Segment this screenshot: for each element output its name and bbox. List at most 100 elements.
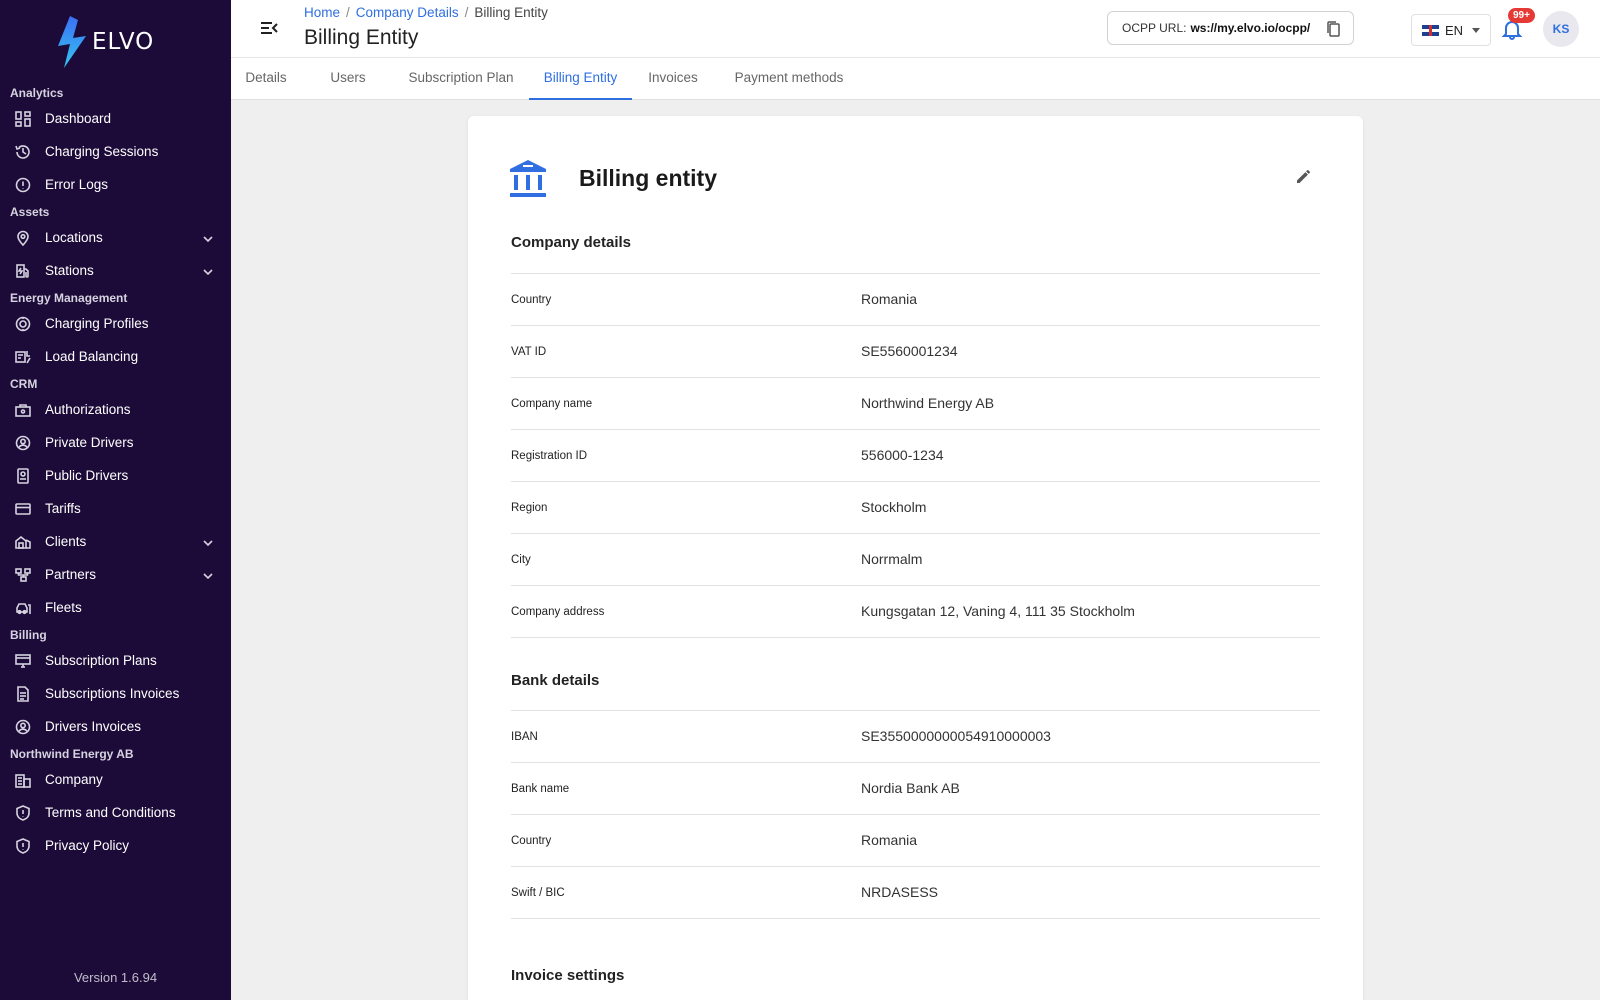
field-label: City	[511, 554, 531, 566]
chevron-down-icon	[1472, 28, 1480, 33]
sidebar-item-label: Terms and Conditions	[45, 805, 176, 820]
sidebar-item-dashboard[interactable]: Dashboard	[0, 102, 231, 135]
tab-users[interactable]: Users	[319, 58, 377, 100]
detail-row-company-address: Company address Kungsgatan 12, Vaning 4,…	[511, 585, 1320, 638]
field-value: Romania	[861, 291, 918, 307]
breadcrumb-separator: /	[464, 5, 469, 20]
bank-icon	[510, 160, 546, 203]
edit-pencil-icon[interactable]	[1294, 166, 1314, 186]
sidebar-item-subscription-plans[interactable]: Subscription Plans	[0, 644, 231, 677]
sidebar-item-label: Load Balancing	[45, 349, 139, 364]
sidebar-item-private-drivers[interactable]: Private Drivers	[0, 426, 231, 459]
user-avatar[interactable]: KS	[1543, 11, 1579, 47]
field-value: SE3550000000054910000003	[861, 728, 1051, 744]
history-icon	[14, 143, 32, 161]
field-value: Stockholm	[861, 499, 927, 515]
ev-station-icon	[14, 262, 32, 280]
sidebar-item-company[interactable]: Company	[0, 763, 231, 796]
sidebar-section-billing: Billing	[10, 628, 47, 642]
sidebar-item-label: Stations	[45, 263, 94, 278]
sidebar-item-label: Error Logs	[45, 177, 109, 192]
sidebar-item-authorizations[interactable]: Authorizations	[0, 393, 231, 426]
ocpp-url-box: OCPP URL: ws://my.elvo.io/ocpp/	[1107, 11, 1354, 45]
sidebar-item-subscriptions-invoices[interactable]: Subscriptions Invoices	[0, 677, 231, 710]
sidebar-item-label: Dashboard	[45, 111, 112, 126]
chevron-down-icon	[203, 265, 213, 276]
tab-payment-methods[interactable]: Payment methods	[721, 58, 857, 100]
field-value: SE5560001234	[861, 343, 958, 359]
collapse-menu-icon[interactable]	[259, 18, 279, 38]
sidebar-item-stations[interactable]: Stations	[0, 254, 231, 287]
copy-icon[interactable]	[1325, 20, 1341, 41]
tab-invoices[interactable]: Invoices	[637, 58, 709, 100]
sidebar-item-charging-sessions[interactable]: Charging Sessions	[0, 135, 231, 168]
sidebar-item-charging-profiles[interactable]: Charging Profiles	[0, 307, 231, 340]
location-pin-icon	[14, 229, 32, 247]
field-label: IBAN	[511, 731, 538, 743]
field-label: Country	[511, 835, 552, 847]
field-value: Northwind Energy AB	[861, 395, 995, 411]
load-balancing-icon	[14, 348, 32, 366]
detail-row-country: Country Romania	[511, 814, 1320, 867]
tab-subscription-plan[interactable]: Subscription Plan	[391, 58, 531, 100]
breadcrumb-current: Billing Entity	[474, 5, 548, 20]
breadcrumb-company-details[interactable]: Company Details	[356, 5, 459, 20]
sidebar-item-label: Drivers Invoices	[45, 719, 142, 734]
field-value: NRDASESS	[861, 884, 939, 900]
alert-circle-icon	[14, 176, 32, 194]
detail-row-iban: IBAN SE3550000000054910000003	[511, 710, 1320, 763]
brand-name: ELVO	[92, 29, 155, 55]
sidebar-item-public-drivers[interactable]: Public Drivers	[0, 459, 231, 492]
field-label: Registration ID	[511, 450, 588, 462]
elvo-logo[interactable]: ELVO	[56, 16, 154, 68]
authorization-icon	[14, 401, 32, 419]
sidebar-section-crm: CRM	[10, 377, 38, 391]
user-circle-icon	[14, 718, 32, 736]
sidebar-item-label: Clients	[45, 534, 87, 549]
sidebar-item-drivers-invoices[interactable]: Drivers Invoices	[0, 710, 231, 743]
detail-row-region: Region Stockholm	[511, 481, 1320, 534]
tab-details[interactable]: Details	[231, 58, 301, 100]
detail-row-company-name: Company name Northwind Energy AB	[511, 377, 1320, 430]
field-label: Country	[511, 294, 552, 306]
sidebar-item-label: Charging Sessions	[45, 144, 159, 159]
company-details-title: Company details	[511, 234, 632, 251]
language-select[interactable]: EN	[1411, 14, 1491, 46]
field-label: Company name	[511, 398, 593, 410]
bank-details-title: Bank details	[511, 672, 600, 689]
sidebar-item-partners[interactable]: Partners	[0, 558, 231, 591]
field-label: Company address	[511, 606, 605, 618]
sidebar-item-clients[interactable]: Clients	[0, 525, 231, 558]
card-title: Billing entity	[579, 165, 717, 191]
sidebar-item-label: Fleets	[45, 600, 82, 615]
sidebar-item-load-balancing[interactable]: Load Balancing	[0, 340, 231, 373]
sidebar-item-label: Charging Profiles	[45, 316, 149, 331]
sidebar-item-terms-and-conditions[interactable]: Terms and Conditions	[0, 796, 231, 829]
sidebar-item-label: Company	[45, 772, 103, 787]
tab-bar: Details Users Subscription Plan Billing …	[231, 57, 1600, 100]
lightning-bolt-icon	[58, 16, 86, 68]
top-header: Home / Company Details / Billing Entity …	[231, 0, 1600, 57]
detail-row-city: City Norrmalm	[511, 533, 1320, 586]
sidebar-item-label: Tariffs	[45, 501, 81, 516]
field-value: Norrmalm	[861, 551, 923, 567]
sidebar-section-northwind-energy-ab: Northwind Energy AB	[10, 747, 134, 761]
field-value: 556000-1234	[861, 447, 944, 463]
sidebar-item-label: Subscription Plans	[45, 653, 157, 668]
chevron-down-icon	[203, 536, 213, 547]
sidebar-item-tariffs[interactable]: Tariffs	[0, 492, 231, 525]
sidebar: ELVO Analytics Dashboard Charging Sessio…	[0, 0, 231, 1000]
clients-icon	[14, 533, 32, 551]
uk-flag-icon	[1422, 24, 1439, 36]
field-value: Nordia Bank AB	[861, 780, 960, 796]
shield-icon	[14, 804, 32, 822]
sidebar-item-privacy-policy[interactable]: Privacy Policy	[0, 829, 231, 862]
field-label: Bank name	[511, 783, 570, 795]
sidebar-item-error-logs[interactable]: Error Logs	[0, 168, 231, 201]
breadcrumb-home[interactable]: Home	[304, 5, 340, 20]
sidebar-item-fleets[interactable]: Fleets	[0, 591, 231, 624]
sidebar-item-locations[interactable]: Locations	[0, 221, 231, 254]
user-circle-icon	[14, 434, 32, 452]
invoice-settings-title: Invoice settings	[511, 967, 625, 984]
tab-billing-entity[interactable]: Billing Entity	[529, 58, 632, 100]
